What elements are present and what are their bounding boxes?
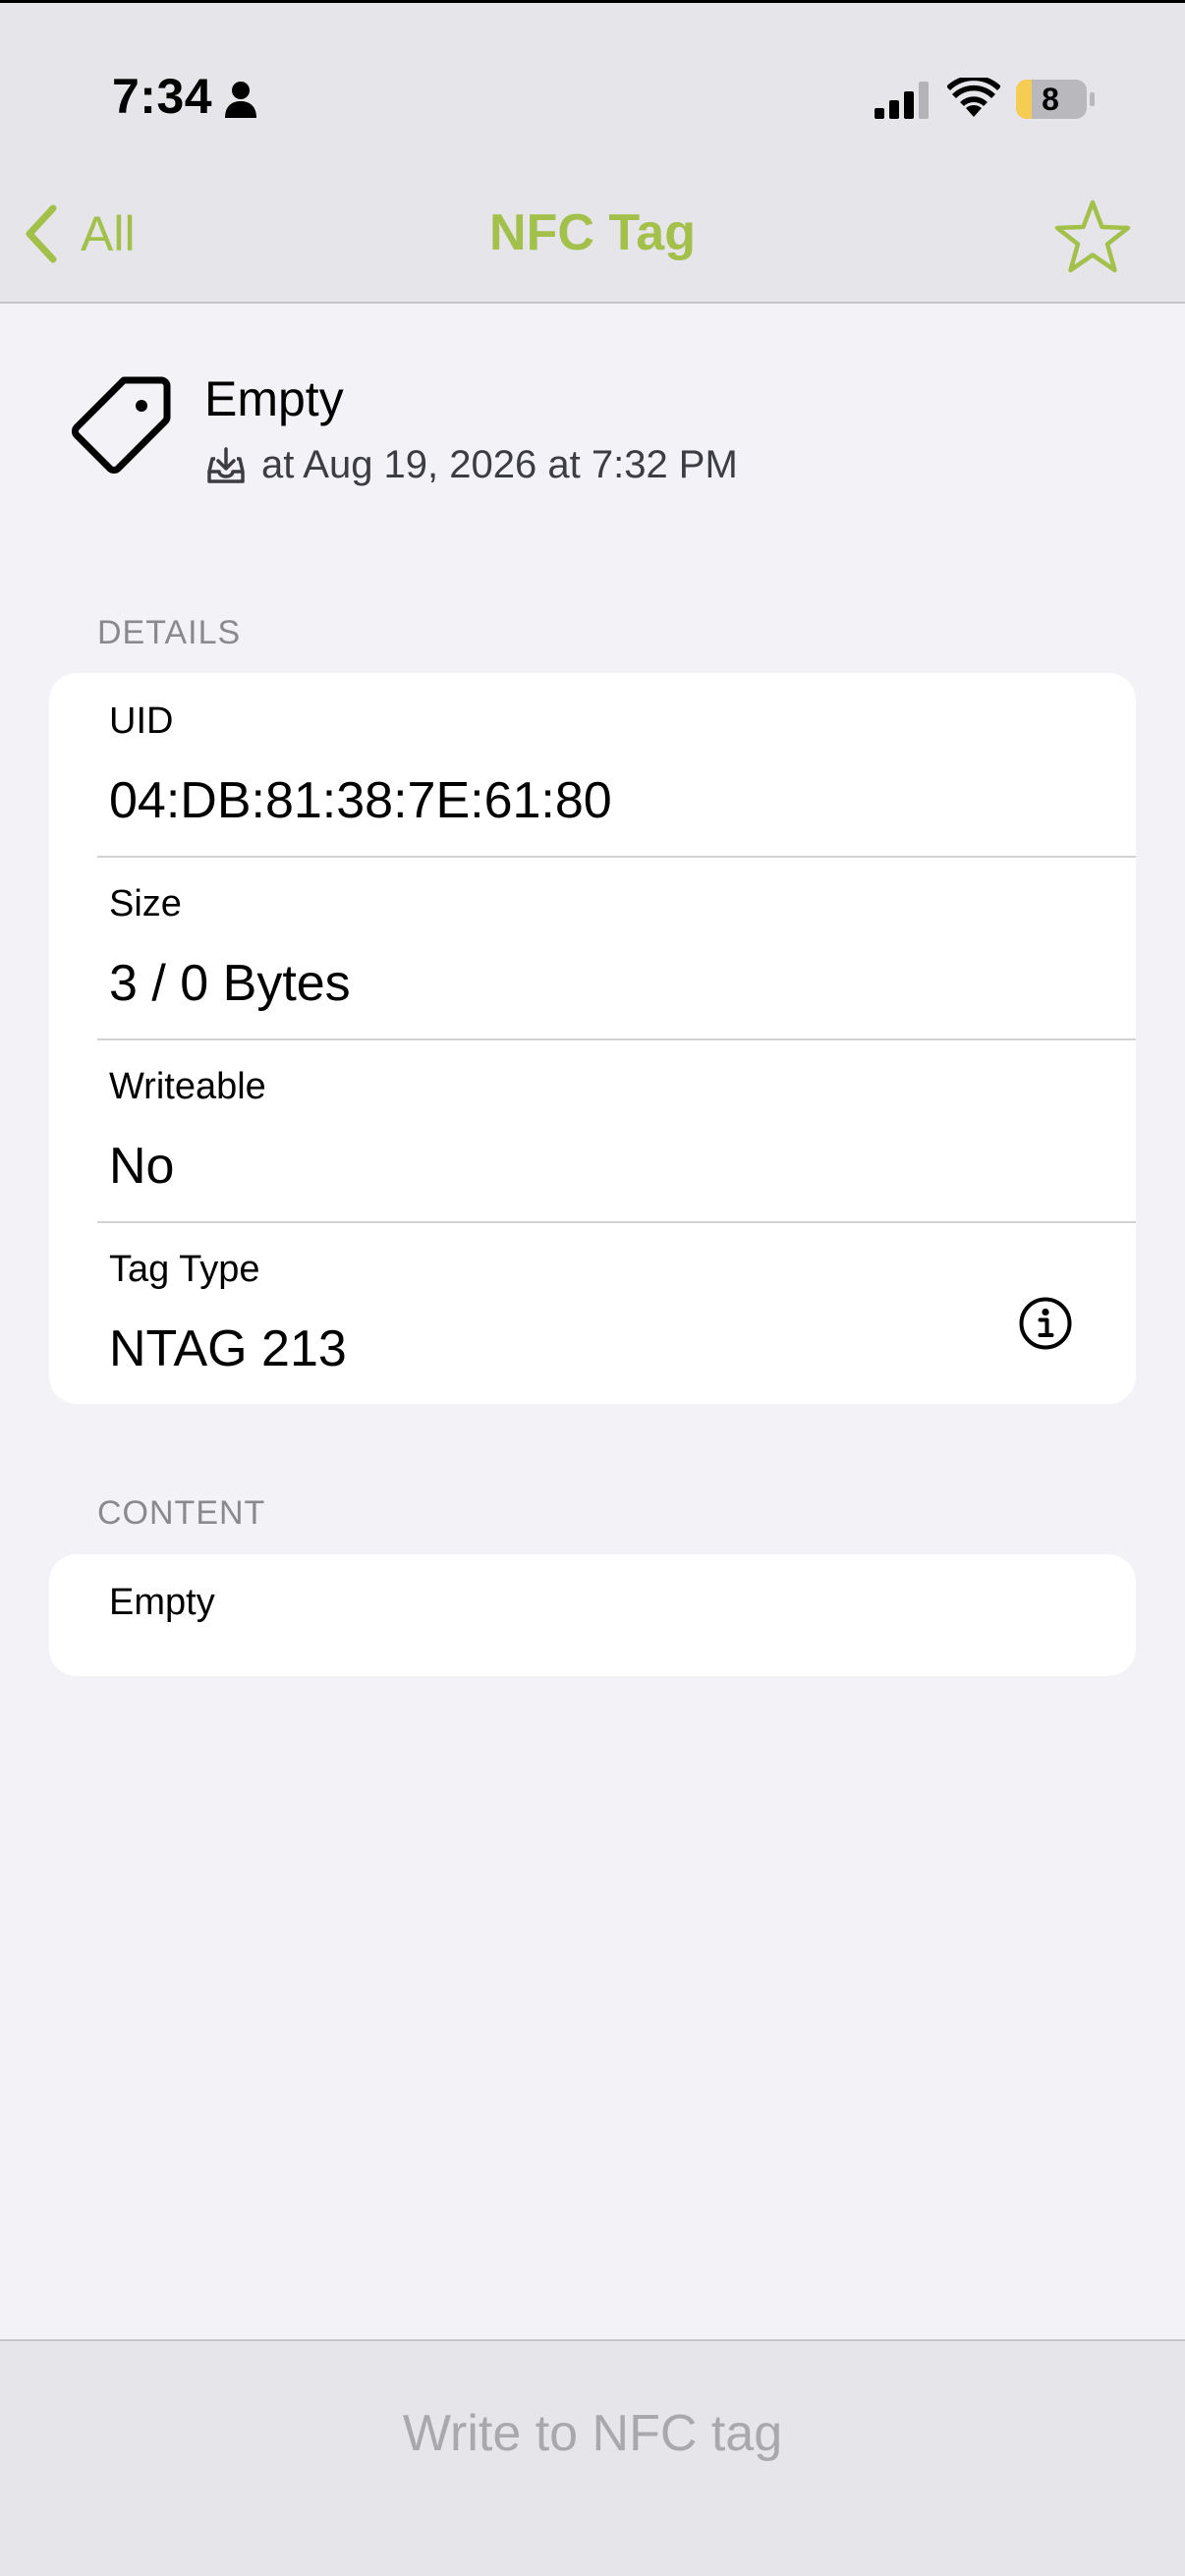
- star-icon[interactable]: [1053, 199, 1132, 274]
- writeable-value: No: [109, 1138, 175, 1195]
- received-date-row: at Aug 19, 2026 at 7:32 PM: [206, 443, 738, 487]
- battery-level: 8: [1042, 82, 1059, 117]
- content-list: Empty: [49, 1554, 1136, 1676]
- content-section-header: CONTENT: [97, 1494, 266, 1532]
- status-time: 7:34: [112, 69, 213, 124]
- writeable-label: Writeable: [109, 1066, 266, 1107]
- tag-icon: [72, 376, 171, 474]
- back-button-label: All: [81, 206, 136, 261]
- wifi-icon: [947, 78, 1000, 117]
- back-button[interactable]: All: [24, 199, 136, 268]
- write-to-nfc-tag-button[interactable]: Write to NFC tag: [0, 2404, 1185, 2463]
- uid-label: UID: [109, 700, 174, 742]
- detail-row-writeable: Writeable No: [49, 1038, 1136, 1221]
- person-icon: [225, 82, 256, 118]
- tag-type-value: NTAG 213: [109, 1320, 347, 1377]
- page-title: NFC Tag: [489, 204, 696, 261]
- tag-title: Empty: [204, 371, 344, 426]
- cellular-signal-icon: [875, 82, 929, 119]
- info-circle-icon[interactable]: [1018, 1296, 1073, 1351]
- header-bar: 7:34 8 All NFC Tag: [0, 3, 1185, 304]
- content-row: Empty: [49, 1554, 1136, 1676]
- size-label: Size: [109, 883, 182, 924]
- size-value: 3 / 0 Bytes: [109, 955, 351, 1012]
- details-section-header: DETAILS: [97, 614, 242, 651]
- detail-row-size: Size 3 / 0 Bytes: [49, 856, 1136, 1038]
- screen: 7:34 8 All NFC Tag Empty at Aug 19, 2026…: [0, 0, 1185, 2576]
- detail-row-uid: UID 04:DB:81:38:7E:61:80: [49, 673, 1136, 856]
- uid-value: 04:DB:81:38:7E:61:80: [109, 772, 612, 829]
- bottom-toolbar: Write to NFC tag: [0, 2339, 1185, 2576]
- tray-arrow-down-icon: [207, 446, 245, 483]
- chevron-left-icon: [26, 204, 57, 263]
- received-date: at Aug 19, 2026 at 7:32 PM: [261, 443, 738, 486]
- detail-row-tag-type: Tag Type NTAG 213: [49, 1221, 1136, 1404]
- content-value: Empty: [109, 1582, 215, 1623]
- details-list: UID 04:DB:81:38:7E:61:80 Size 3 / 0 Byte…: [49, 673, 1136, 1404]
- tag-type-label: Tag Type: [109, 1249, 260, 1290]
